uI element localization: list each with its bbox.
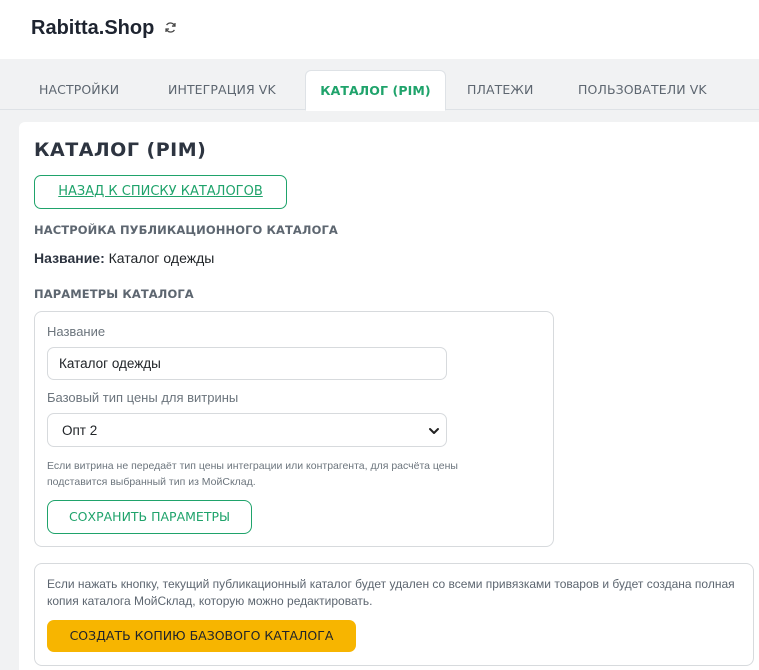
catalog-name-label: Название: — [34, 250, 105, 266]
page-title: КАТАЛОГ (PIM) — [34, 139, 207, 161]
create-base-copy-button[interactable]: СОЗДАТЬ КОПИЮ БАЗОВОГО КАТАЛОГА — [47, 620, 356, 652]
price-type-selected-value: Опт 2 — [62, 423, 98, 438]
copy-catalog-note: Если нажать кнопку, текущий публикационн… — [47, 577, 735, 608]
brand-title: Rabitta.Shop — [31, 17, 155, 39]
params-section-heading: ПАРАМЕТРЫ КАТАЛОГА — [34, 287, 194, 301]
save-params-button[interactable]: СОХРАНИТЬ ПАРАМЕТРЫ — [47, 500, 252, 534]
refresh-icon[interactable] — [164, 21, 177, 34]
publish-section-heading: НАСТРОЙКА ПУБЛИКАЦИОННОГО КАТАЛОГА — [34, 223, 338, 237]
name-field-input[interactable] — [47, 347, 447, 380]
tab-payments[interactable]: ПЛАТЕЖИ — [467, 70, 533, 110]
tab-vk-users[interactable]: ПОЛЬЗОВАТЕЛИ VK — [578, 70, 707, 110]
top-bar: Rabitta.Shop — [0, 0, 759, 59]
tab-vk-integration[interactable]: ИНТЕГРАЦИЯ VK — [168, 70, 276, 110]
tab-settings[interactable]: НАСТРОЙКИ — [39, 70, 119, 110]
name-field-label: Название — [47, 324, 106, 339]
price-type-hint: Если витрина не передаёт тип цены интегр… — [47, 460, 458, 488]
price-type-select[interactable]: Опт 2 — [47, 413, 447, 447]
back-to-catalogs-button[interactable]: НАЗАД К СПИСКУ КАТАЛОГОВ — [34, 175, 287, 209]
price-type-label: Базовый тип цены для витрины — [47, 390, 239, 405]
tab-catalog-pim[interactable]: КАТАЛОГ (PIM) — [305, 70, 446, 111]
catalog-name-line: Название: Каталог одежды — [34, 250, 214, 266]
tab-bar: НАСТРОЙКИ ИНТЕГРАЦИЯ VK КАТАЛОГ (PIM) ПЛ… — [0, 59, 759, 111]
catalog-name-value: Каталог одежды — [108, 250, 215, 266]
chevron-down-icon — [429, 428, 439, 434]
